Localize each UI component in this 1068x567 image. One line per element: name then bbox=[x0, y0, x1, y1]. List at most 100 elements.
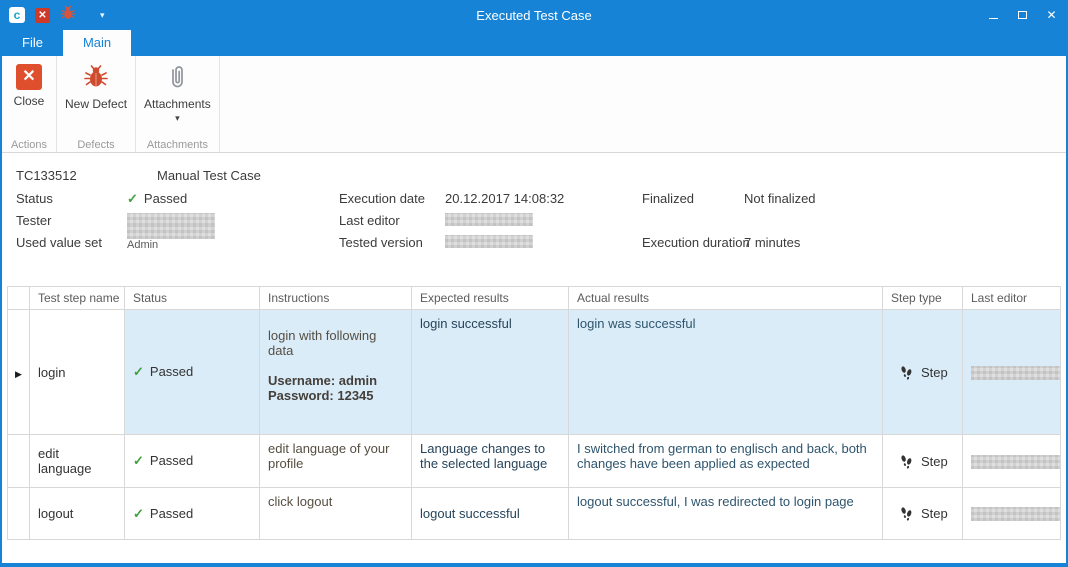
used-value-set-label: Used value set bbox=[16, 235, 102, 250]
attachments-button[interactable]: Attachments ▾ bbox=[139, 59, 216, 137]
titlebar: c ✕ ▾ Executed Test Case ✕ bbox=[2, 0, 1066, 30]
check-icon: ✓ bbox=[133, 453, 144, 468]
details-panel: TC133512 Manual Test Case Status ✓Passed… bbox=[2, 160, 1066, 256]
ribbon-group-attachments: Attachments ▾ Attachments bbox=[136, 56, 220, 152]
footprints-icon bbox=[899, 365, 914, 380]
last-editor-value-redacted bbox=[445, 213, 533, 226]
last-editor-label: Last editor bbox=[339, 213, 400, 228]
row-selector[interactable] bbox=[8, 488, 30, 540]
check-icon: ✓ bbox=[127, 191, 138, 206]
close-window-button[interactable]: ✕ bbox=[1037, 0, 1066, 30]
row-selector[interactable]: ▶ bbox=[8, 310, 30, 435]
tab-main[interactable]: Main bbox=[63, 30, 131, 56]
cell-instructions[interactable]: click logout bbox=[260, 488, 412, 540]
group-label-actions: Actions bbox=[2, 139, 56, 151]
test-steps-grid: Test step name Status Instructions Expec… bbox=[7, 286, 1061, 540]
cell-last-editor[interactable] bbox=[963, 488, 1061, 540]
chevron-down-icon[interactable]: ▾ bbox=[100, 10, 105, 21]
cell-last-editor[interactable] bbox=[963, 310, 1061, 435]
new-defect-button[interactable]: New Defect bbox=[60, 59, 132, 137]
current-row-arrow-icon: ▶ bbox=[15, 369, 22, 379]
footprints-icon bbox=[899, 454, 914, 469]
col-expected-results[interactable]: Expected results bbox=[412, 287, 569, 310]
attachments-button-label: Attachments bbox=[144, 97, 211, 111]
execution-duration-value: 7 minutes bbox=[744, 235, 800, 250]
row-selector-header bbox=[8, 287, 30, 310]
ribbon-group-defects: New Defect Defects bbox=[57, 56, 136, 152]
cell-actual-results[interactable]: login was successful bbox=[569, 310, 883, 435]
bug-icon[interactable] bbox=[60, 5, 76, 26]
cell-expected-results[interactable]: login successful bbox=[412, 310, 569, 435]
executed-test-case-window: c ✕ ▾ Executed Test Case ✕ bbox=[0, 0, 1068, 567]
cell-step-type[interactable]: Step bbox=[883, 435, 963, 488]
tested-version-label: Tested version bbox=[339, 235, 423, 250]
cell-step-name[interactable]: edit language bbox=[30, 435, 125, 488]
new-defect-button-label: New Defect bbox=[65, 97, 127, 111]
tester-label: Tester bbox=[16, 213, 51, 228]
cell-last-editor[interactable] bbox=[963, 435, 1061, 488]
status-label: Status bbox=[16, 191, 53, 206]
paperclip-icon bbox=[166, 64, 188, 93]
table-row-logout[interactable]: logout ✓Passed click logout logout succe… bbox=[8, 488, 1061, 540]
quick-access-toolbar: c ✕ ▾ bbox=[2, 5, 105, 26]
table-header-row: Test step name Status Instructions Expec… bbox=[8, 287, 1061, 310]
ribbon-group-actions: ✕ Close Actions bbox=[2, 56, 57, 152]
used-value-set-redacted bbox=[127, 226, 215, 239]
cell-status[interactable]: ✓Passed bbox=[125, 310, 260, 435]
tab-file[interactable]: File bbox=[2, 30, 63, 56]
execution-date-label: Execution date bbox=[339, 191, 425, 206]
maximize-icon bbox=[1018, 11, 1027, 19]
close-button[interactable]: ✕ Close bbox=[5, 59, 53, 137]
tester-value-redacted bbox=[127, 213, 215, 226]
cell-instructions[interactable]: login with following data Username: admi… bbox=[260, 310, 412, 435]
finalized-value: Not finalized bbox=[744, 191, 816, 206]
cell-status[interactable]: ✓Passed bbox=[125, 488, 260, 540]
maximize-button[interactable] bbox=[1008, 0, 1037, 30]
test-case-type: Manual Test Case bbox=[157, 168, 261, 183]
cell-instructions[interactable]: edit language of your profile bbox=[260, 435, 412, 488]
finalized-label: Finalized bbox=[642, 191, 694, 206]
col-actual-results[interactable]: Actual results bbox=[569, 287, 883, 310]
execution-duration-label: Execution duration bbox=[642, 235, 750, 250]
group-label-attachments: Attachments bbox=[136, 139, 219, 151]
table-row-login[interactable]: ▶ login ✓Passed login with following dat… bbox=[8, 310, 1061, 435]
ribbon: ✕ Close Actions bbox=[2, 56, 1066, 153]
col-test-step-name[interactable]: Test step name bbox=[30, 287, 125, 310]
tested-version-value-redacted bbox=[445, 235, 533, 248]
group-label-defects: Defects bbox=[57, 139, 135, 151]
window-controls: ✕ bbox=[979, 0, 1066, 30]
table-row-edit-language[interactable]: edit language ✓Passed edit language of y… bbox=[8, 435, 1061, 488]
check-icon: ✓ bbox=[133, 506, 144, 521]
last-editor-redacted bbox=[971, 507, 1061, 521]
bug-icon bbox=[83, 64, 109, 93]
execution-date-value: 20.12.2017 14:08:32 bbox=[445, 191, 564, 206]
col-last-editor[interactable]: Last editor bbox=[963, 287, 1061, 310]
cell-step-type[interactable]: Step bbox=[883, 310, 963, 435]
last-editor-redacted bbox=[971, 455, 1061, 469]
col-step-type[interactable]: Step type bbox=[883, 287, 963, 310]
cell-actual-results[interactable]: logout successful, I was redirected to l… bbox=[569, 488, 883, 540]
chevron-down-icon: ▾ bbox=[175, 113, 180, 124]
cell-expected-results[interactable]: logout successful bbox=[412, 488, 569, 540]
check-icon: ✓ bbox=[133, 364, 144, 379]
cell-step-type[interactable]: Step bbox=[883, 488, 963, 540]
col-instructions[interactable]: Instructions bbox=[260, 287, 412, 310]
ribbon-tab-row: File Main bbox=[2, 30, 1066, 56]
row-selector[interactable] bbox=[8, 435, 30, 488]
close-icon: ✕ bbox=[16, 64, 42, 90]
minimize-button[interactable] bbox=[979, 0, 1008, 30]
cell-step-name[interactable]: login bbox=[30, 310, 125, 435]
cell-step-name[interactable]: logout bbox=[30, 488, 125, 540]
cell-actual-results[interactable]: I switched from german to englisch and b… bbox=[569, 435, 883, 488]
used-value-set-value: Admin bbox=[127, 226, 215, 251]
last-editor-redacted bbox=[971, 366, 1061, 380]
cell-status[interactable]: ✓Passed bbox=[125, 435, 260, 488]
col-status[interactable]: Status bbox=[125, 287, 260, 310]
close-button-label: Close bbox=[14, 94, 45, 108]
close-test-case-icon[interactable]: ✕ bbox=[35, 8, 50, 23]
app-logo-icon: c bbox=[9, 7, 25, 23]
minimize-icon bbox=[989, 18, 998, 19]
cell-expected-results[interactable]: Language changes to the selected languag… bbox=[412, 435, 569, 488]
test-case-id: TC133512 bbox=[16, 168, 77, 183]
footprints-icon bbox=[899, 506, 914, 521]
